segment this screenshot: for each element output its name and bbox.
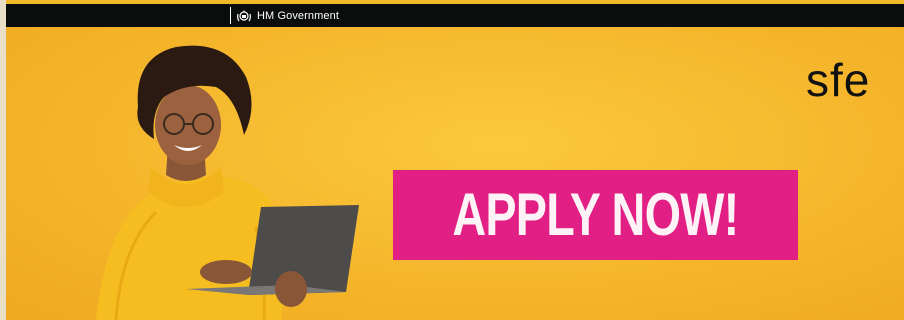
woman-with-laptop-photo — [96, 45, 359, 320]
hero-banner[interactable]: sfe APPLY NOW! — [6, 27, 904, 320]
logo-divider — [230, 7, 231, 24]
gov-header-bar: HM Government — [6, 4, 904, 27]
gov-label: HM Government — [257, 9, 339, 22]
sfe-logo: sfe — [806, 54, 871, 106]
royal-crest-icon — [237, 9, 251, 21]
apply-now-button[interactable]: APPLY NOW! — [393, 170, 798, 260]
gov-logo-link[interactable]: HM Government — [230, 6, 339, 25]
apply-now-label: APPLY NOW! — [452, 181, 739, 248]
